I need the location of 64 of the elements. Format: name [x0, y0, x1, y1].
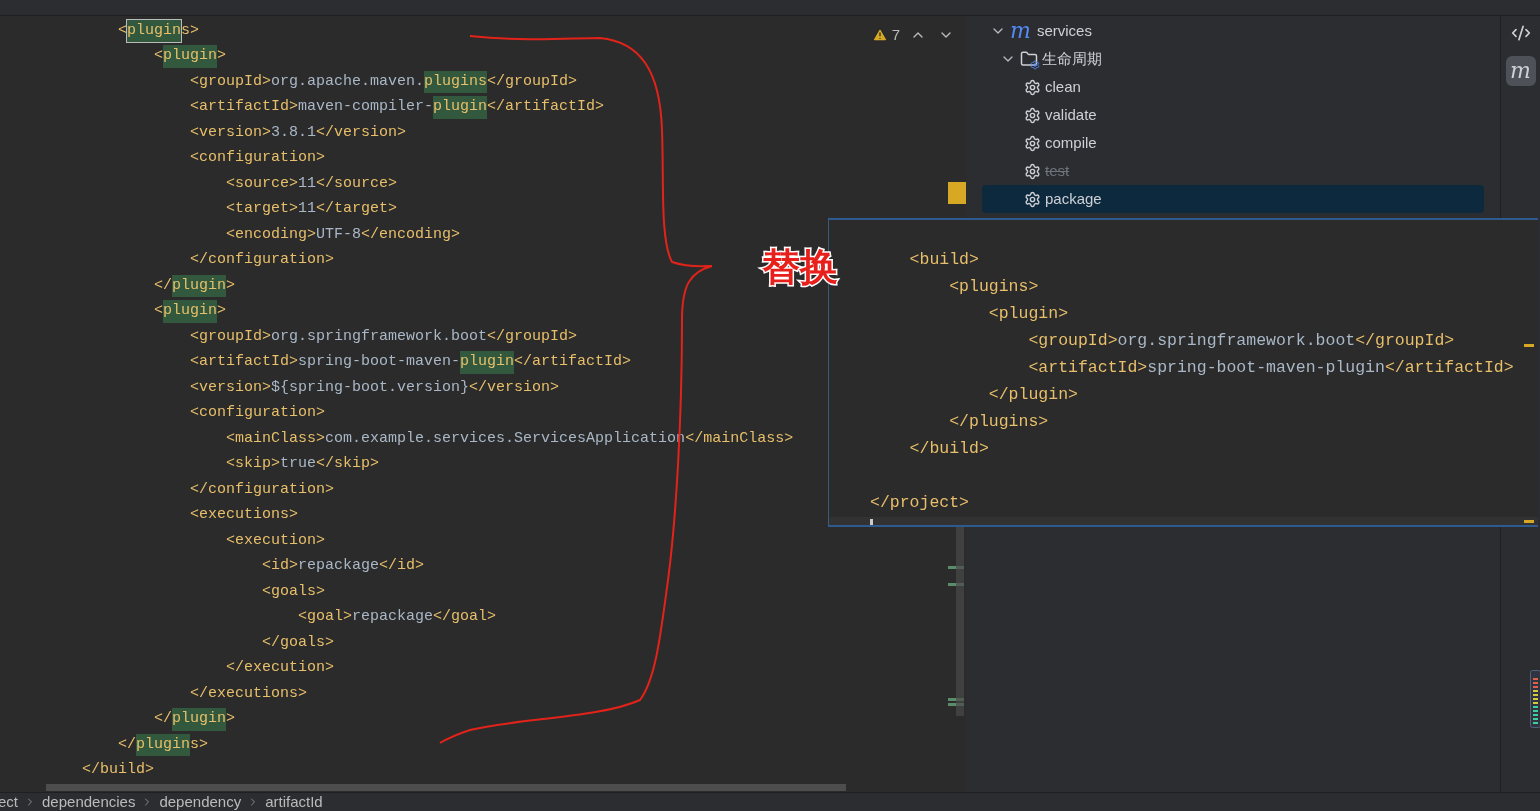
code-line: </plugins>: [948, 411, 1049, 434]
scroll-marker: [948, 182, 966, 204]
code-line: <skip>true</skip>: [225, 454, 380, 474]
code-line: <artifactId>spring-boot-maven-plugin</artifactId>: [1027, 357, 1514, 380]
code-line: <executions>: [189, 505, 299, 525]
tree-item[interactable]: compile: [982, 129, 1484, 157]
horizontal-scrollbar[interactable]: [46, 784, 846, 791]
code-line: <goals>: [261, 581, 326, 602]
scroll-marker: [1524, 520, 1534, 523]
tree-item[interactable]: m services: [982, 17, 1484, 45]
code-line: <source>11</source>: [225, 173, 398, 194]
code-line: </executions>: [189, 683, 308, 704]
code-line: <groupId>org.springframework.boot</groupId>: [189, 326, 578, 347]
code-line: <plugin>: [10, 43, 227, 69]
code-line: <execution>: [225, 530, 326, 551]
code-line: </plugin>: [10, 273, 236, 299]
code-line: <plugin>: [10, 298, 227, 324]
gear-icon: [1024, 190, 1041, 208]
code-line: </goals>: [261, 632, 335, 653]
tree-item[interactable]: 生命周期: [982, 45, 1484, 73]
code-line: <target>11</target>: [225, 199, 398, 219]
code-line: <id>repackage</id>: [261, 556, 425, 576]
code-line: <artifactId>maven-compiler-plugin</artifactId>: [10, 94, 605, 120]
code-line: <groupId>org.apache.maven.plugins</groupId>: [10, 69, 578, 95]
scroll-marker: [1524, 344, 1534, 347]
code-line: <encoding>UTF-8</encoding>: [225, 224, 461, 245]
warning-icon: [871, 27, 888, 44]
breadcrumb-item[interactable]: dependencies: [42, 790, 136, 811]
code-line: </plugin>: [987, 384, 1078, 407]
gear-icon: [1024, 78, 1041, 96]
code-line: </build>: [908, 438, 989, 461]
tree-item[interactable]: clean: [982, 73, 1484, 101]
code-line: <version>3.8.1</version>: [189, 122, 407, 143]
tree-item[interactable]: validate: [982, 101, 1484, 129]
code-line: </configuration>: [189, 479, 335, 500]
breadcrumb-item[interactable]: artifactId: [265, 790, 323, 811]
code-line: </build>: [81, 760, 155, 780]
code-line: </plugin>: [10, 706, 236, 732]
code-line: <plugins>: [10, 18, 200, 44]
code-line: <plugins>: [948, 276, 1039, 299]
code-line: </plugins>: [10, 732, 209, 758]
gear-icon: [1024, 162, 1041, 180]
breadcrumb-item[interactable]: dependency: [159, 790, 242, 811]
vertical-scrollbar[interactable]: [956, 526, 964, 716]
code-line: <build>: [908, 249, 979, 272]
maven-logo: m: [1010, 20, 1031, 42]
code-line: <version>${spring-boot.version}</version>: [189, 377, 560, 398]
meter-icon: [1530, 670, 1540, 728]
code-line: <goal>repackage</goal>: [297, 607, 497, 627]
code-line: <artifactId>spring-boot-maven-plugin</artifactId>: [10, 349, 632, 375]
code-line: <configuration>: [189, 148, 326, 168]
code-line: <plugin>: [987, 303, 1069, 326]
annotation-label: 替换: [762, 248, 838, 286]
gear-icon: [1024, 106, 1041, 124]
code-icon: [1510, 23, 1531, 43]
folder-gear-icon: [1020, 50, 1038, 68]
gear-icon: [1024, 134, 1041, 152]
problem-count[interactable]: 7: [891, 24, 900, 47]
code-line: <configuration>: [189, 403, 326, 423]
code-line: <groupId>org.springframework.boot</groupId>: [1027, 330, 1455, 353]
code-line: </project>: [870, 492, 970, 515]
code-line: </configuration>: [189, 250, 335, 270]
tree-item[interactable]: package: [982, 185, 1484, 213]
code-line: </execution>: [225, 658, 335, 678]
